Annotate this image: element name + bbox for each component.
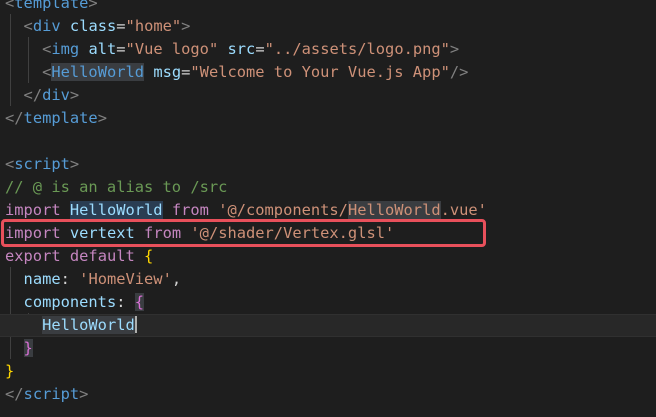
- code-token: }: [5, 362, 15, 380]
- code-token: HelloWorld: [42, 316, 135, 334]
- code-token: HelloWorld: [347, 201, 441, 219]
- code-token: >: [97, 109, 107, 127]
- code-token: '@/components/: [218, 201, 348, 219]
- code-token: :: [60, 270, 80, 288]
- code-line[interactable]: // @ is an alias to /src: [0, 176, 656, 199]
- code-token: src: [227, 40, 256, 58]
- code-token: HelloWorld: [51, 63, 145, 81]
- code-token: script: [23, 385, 80, 403]
- code-token: <: [42, 40, 52, 58]
- code-line[interactable]: }: [0, 360, 656, 383]
- code-token: =: [116, 40, 126, 58]
- code-token: <: [42, 63, 52, 81]
- code-token: class: [69, 17, 117, 35]
- code-token: {: [144, 247, 154, 265]
- code-token: components: [23, 293, 117, 311]
- code-token: script: [14, 155, 70, 173]
- code-token: ,: [171, 270, 182, 288]
- code-token: >: [69, 86, 80, 104]
- code-token: >: [181, 17, 191, 35]
- code-token: />: [449, 63, 469, 81]
- highlighted-import-line-box: [1, 219, 486, 247]
- code-token: from: [171, 201, 209, 219]
- code-editor[interactable]: <template> <div class="home"> <img alt="…: [0, 0, 656, 417]
- code-line[interactable]: export default {: [0, 245, 656, 268]
- code-token: name: [23, 270, 61, 288]
- code-token: import: [5, 201, 61, 219]
- code-token: =: [181, 63, 191, 81]
- code-token: <: [5, 0, 15, 12]
- code-token: =: [116, 17, 126, 35]
- code-token: msg: [153, 63, 182, 81]
- code-token: {: [134, 293, 145, 311]
- code-token: >: [79, 385, 89, 403]
- code-token: .vue': [440, 201, 487, 219]
- code-line[interactable]: </div>: [0, 84, 656, 107]
- code-token: div: [32, 17, 61, 35]
- code-token: "home": [125, 17, 182, 35]
- code-token: img: [51, 40, 80, 58]
- text-cursor: [134, 316, 137, 333]
- code-token: <: [23, 17, 33, 35]
- code-token: >: [69, 155, 80, 173]
- code-token: // @ is an alias to /src: [5, 178, 228, 196]
- code-line[interactable]: name: 'HomeView',: [0, 268, 656, 291]
- code-token: <: [5, 155, 15, 173]
- code-token: template: [23, 109, 98, 127]
- code-token: >: [449, 40, 460, 58]
- code-line[interactable]: </script>: [0, 383, 656, 406]
- code-token: default: [69, 247, 135, 265]
- code-token: alt: [88, 40, 117, 58]
- code-token: </: [5, 385, 24, 403]
- code-token: div: [42, 86, 70, 104]
- code-token: </: [23, 86, 43, 104]
- code-token: export: [5, 247, 61, 265]
- code-token: :: [116, 293, 135, 311]
- code-line[interactable]: <template>: [0, 0, 656, 15]
- code-line[interactable]: HelloWorld: [0, 314, 656, 337]
- code-line[interactable]: [0, 130, 656, 153]
- code-line[interactable]: <script>: [0, 153, 656, 176]
- code-token: "../assets/logo.png": [264, 40, 450, 58]
- code-token: HelloWorld: [69, 201, 163, 219]
- code-token: "Vue logo": [125, 40, 219, 58]
- code-line[interactable]: }: [0, 337, 656, 360]
- code-line[interactable]: <HelloWorld msg="Welcome to Your Vue.js …: [0, 61, 656, 84]
- code-token: >: [88, 0, 98, 12]
- code-token: }: [23, 339, 33, 357]
- code-token: =: [255, 40, 265, 58]
- code-line[interactable]: </template>: [0, 107, 656, 130]
- code-line[interactable]: components: {: [0, 291, 656, 314]
- code-token: </: [5, 109, 24, 127]
- code-token: template: [14, 0, 89, 12]
- code-line[interactable]: <img alt="Vue logo" src="../assets/logo.…: [0, 38, 656, 61]
- code-line[interactable]: <div class="home">: [0, 15, 656, 38]
- code-token: 'HomeView': [79, 270, 172, 288]
- code-token: "Welcome to Your Vue.js App": [190, 63, 450, 81]
